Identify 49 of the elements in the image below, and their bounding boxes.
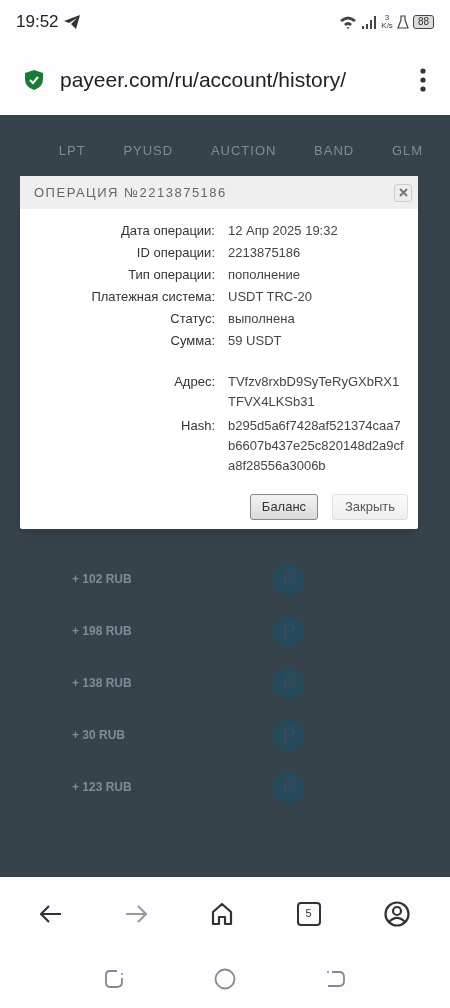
status-time: 19:52	[16, 11, 59, 34]
home-circle-icon[interactable]	[214, 968, 236, 990]
currency-tab[interactable]: LPT	[58, 141, 86, 161]
back-arrow-icon[interactable]	[39, 904, 62, 923]
battery-indicator: 88	[412, 15, 434, 29]
currency-tab[interactable]: PYUSD	[123, 141, 174, 161]
dialog-title: ОПЕРАЦИЯ №2213875186	[34, 183, 228, 202]
paper-plane-icon	[62, 14, 81, 30]
field-label: Hash:	[180, 417, 215, 435]
currency-tab[interactable]: AUCTION	[210, 141, 277, 161]
field-label: Тип операции:	[127, 266, 215, 284]
field-value: USDT TRC-20	[228, 288, 313, 306]
wifi-icon	[339, 15, 358, 29]
profile-icon[interactable]	[384, 900, 411, 927]
recent-apps-icon[interactable]	[104, 969, 124, 989]
signal-icon	[361, 15, 378, 29]
field-label: Статус:	[169, 310, 215, 328]
field-value: 12 Апр 2025 19:32	[228, 222, 338, 240]
amount-text: + 138 RUB	[72, 675, 133, 692]
flask-icon	[396, 15, 409, 29]
shield-check-icon	[24, 68, 44, 91]
field-label: Сумма:	[169, 332, 215, 350]
field-value: 2213875186	[228, 244, 301, 262]
close-button[interactable]	[394, 183, 412, 202]
amount-text: + 30 RUB	[72, 727, 127, 744]
back-gesture-icon[interactable]	[326, 969, 346, 989]
field-label: Дата операции:	[120, 222, 215, 240]
field-value: 59 USDT	[228, 332, 282, 350]
dialog-button[interactable]: Закрыть	[332, 494, 408, 520]
field-value: выполнена	[228, 310, 295, 328]
tabs-button[interactable]: 5	[296, 901, 321, 926]
speed-unit: K/s	[381, 22, 393, 30]
field-label: Адрес:	[173, 373, 215, 391]
field-value: пополнение	[228, 266, 300, 284]
amount-text: + 198 RUB	[72, 623, 133, 640]
field-value: b295d5a6f7428af521374caa7b6607b437e25c820148d2a9cfa8f28556a3006b	[228, 417, 404, 475]
home-icon[interactable]	[211, 901, 233, 926]
more-options-icon[interactable]	[420, 67, 426, 92]
field-label: Платежная система:	[90, 288, 215, 306]
currency-tab[interactable]: BAND	[314, 141, 355, 161]
url-text[interactable]: payeer.com/ru/account/history/	[60, 63, 420, 96]
field-label: ID операции:	[135, 244, 215, 262]
close-icon	[398, 188, 408, 197]
speed-value: 3	[384, 14, 390, 22]
amount-text: + 123 RUB	[72, 779, 133, 796]
currency-tab[interactable]: GLM	[391, 141, 424, 161]
tab-count: 5	[305, 906, 312, 922]
amount-text: + 102 RUB	[72, 571, 133, 588]
dialog-button[interactable]: Баланс	[250, 494, 318, 520]
